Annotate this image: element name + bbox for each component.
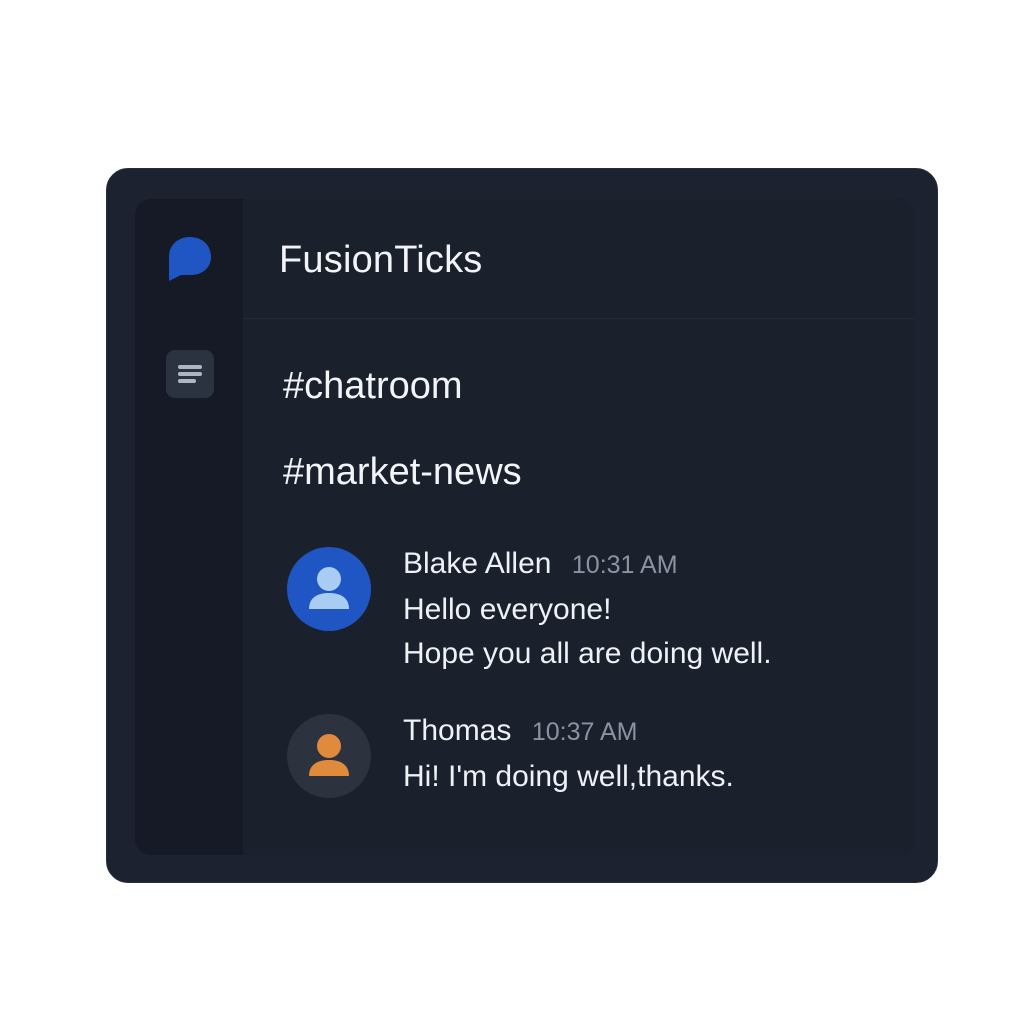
sidebar bbox=[135, 199, 243, 855]
channel-market-news[interactable]: #market-news bbox=[283, 451, 522, 494]
message-text: Hi! I'm doing well,thanks. bbox=[403, 760, 734, 793]
chat-app: FusionTicks #chatroom #market-news Blake… bbox=[135, 199, 915, 855]
app-window-frame: FusionTicks #chatroom #market-news Blake… bbox=[106, 168, 938, 883]
message-header: Blake Allen 10:31 AM bbox=[403, 547, 772, 581]
channel-chatroom[interactable]: #chatroom bbox=[283, 365, 463, 408]
message-text: Hope you all are doing well. bbox=[403, 637, 772, 670]
header: FusionTicks bbox=[243, 199, 915, 319]
message-author[interactable]: Thomas bbox=[403, 714, 511, 747]
user-icon bbox=[309, 567, 349, 609]
message-author[interactable]: Blake Allen bbox=[403, 547, 551, 580]
avatar[interactable] bbox=[287, 547, 371, 631]
avatar[interactable] bbox=[287, 714, 371, 798]
menu-lines-icon bbox=[178, 365, 202, 383]
menu-button[interactable] bbox=[166, 350, 214, 398]
app-title: FusionTicks bbox=[279, 239, 483, 281]
message-header: Thomas 10:37 AM bbox=[403, 714, 734, 748]
message-timestamp: 10:37 AM bbox=[531, 718, 638, 746]
message-body: Thomas 10:37 AM Hi! I'm doing well,thank… bbox=[403, 714, 734, 794]
main-panel: FusionTicks #chatroom #market-news Blake… bbox=[243, 199, 915, 855]
chat-bubble-logo-icon[interactable] bbox=[165, 235, 213, 283]
message-text: Hello everyone! bbox=[403, 593, 612, 626]
message-timestamp: 10:31 AM bbox=[571, 551, 678, 579]
message-body: Blake Allen 10:31 AM Hello everyone! Hop… bbox=[403, 547, 772, 671]
user-icon bbox=[309, 734, 349, 776]
